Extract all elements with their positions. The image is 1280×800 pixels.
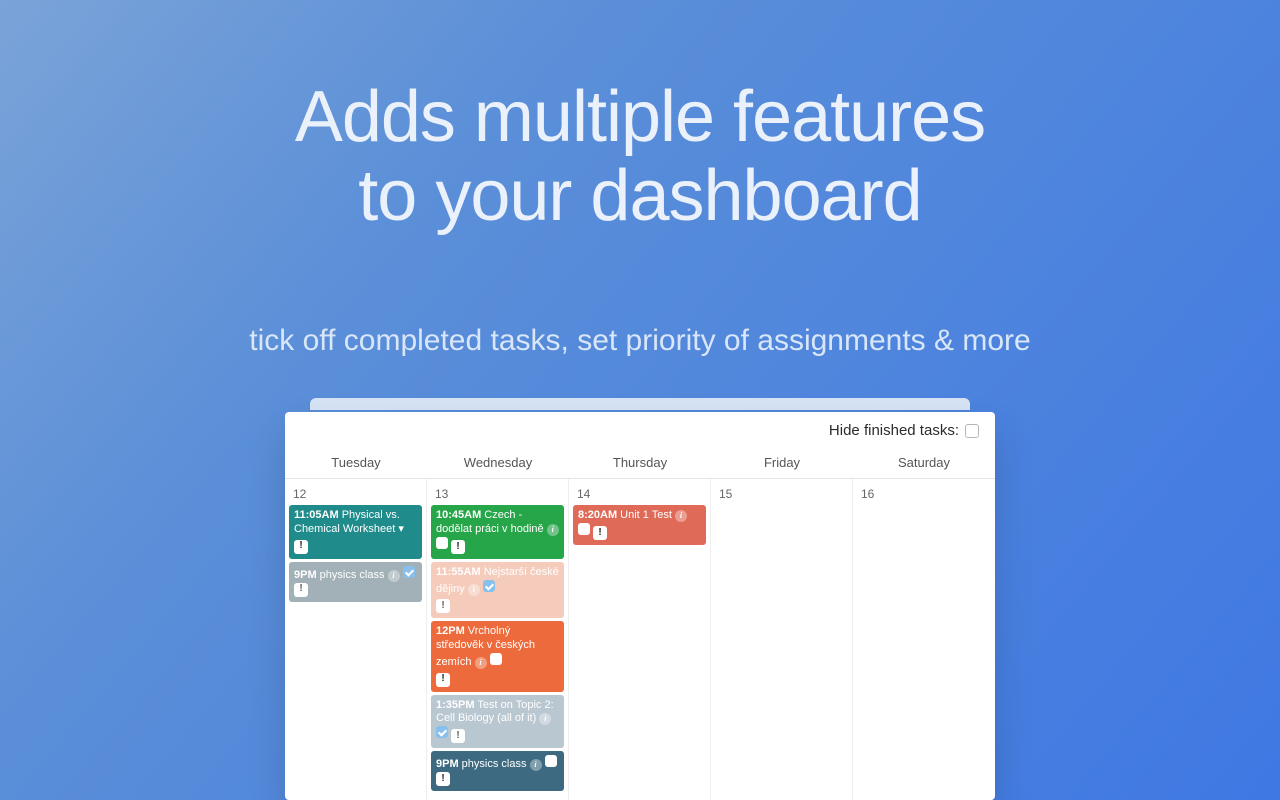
calendar-event[interactable]: 9PM physics class	[431, 751, 564, 791]
complete-checkbox[interactable]	[436, 537, 448, 549]
day-header-tuesday: Tuesday	[285, 445, 427, 478]
subheadline: tick off completed tasks, set priority o…	[0, 324, 1280, 358]
event-title: physics class	[459, 758, 527, 770]
hide-finished-row: Hide finished tasks:	[285, 412, 995, 445]
day-header-friday: Friday	[711, 445, 853, 478]
calendar-event[interactable]: 11:05AM Physical vs. Chemical Worksheet …	[289, 505, 422, 559]
priority-icon[interactable]	[593, 526, 607, 540]
week-header: Tuesday Wednesday Thursday Friday Saturd…	[285, 445, 995, 479]
complete-checkbox[interactable]	[578, 523, 590, 535]
headline-line-2: to your dashboard	[358, 156, 921, 236]
day-col-tuesday: 12 11:05AM Physical vs. Chemical Workshe…	[285, 479, 427, 800]
panel-shadow-strip	[310, 398, 970, 410]
chevron-down-icon[interactable]: ▾	[395, 523, 404, 535]
priority-icon[interactable]	[294, 583, 308, 597]
event-title: physics class	[317, 569, 385, 581]
event-time: 10:45AM	[436, 509, 481, 521]
info-icon[interactable]	[539, 713, 551, 725]
day-number: 14	[573, 485, 706, 505]
event-title: Unit 1 Test	[617, 509, 672, 521]
event-time: 8:20AM	[578, 509, 617, 521]
priority-icon[interactable]	[451, 540, 465, 554]
complete-checkbox[interactable]	[403, 566, 415, 578]
priority-icon[interactable]	[294, 540, 308, 554]
day-number: 13	[431, 485, 564, 505]
info-icon[interactable]	[530, 759, 542, 771]
calendar-event[interactable]: 8:20AM Unit 1 Test	[573, 505, 706, 545]
headline: Adds multiple features to your dashboard	[0, 78, 1280, 236]
event-time: 9PM	[436, 758, 459, 770]
day-number: 16	[857, 485, 991, 505]
event-time: 9PM	[294, 569, 317, 581]
event-time: 11:55AM	[436, 566, 481, 578]
calendar-event[interactable]: 12PM Vrcholný středověk v českých zemích	[431, 621, 564, 691]
event-time: 12PM	[436, 625, 465, 637]
info-icon[interactable]	[468, 584, 480, 596]
week-body: 12 11:05AM Physical vs. Chemical Workshe…	[285, 479, 995, 800]
event-time: 1:35PM	[436, 699, 475, 711]
priority-icon[interactable]	[451, 729, 465, 743]
hide-finished-label: Hide finished tasks:	[829, 422, 959, 439]
day-col-friday: 15	[711, 479, 853, 800]
day-number: 15	[715, 485, 848, 505]
day-col-wednesday: 13 10:45AM Czech - dodělat práci v hodin…	[427, 479, 569, 800]
priority-icon[interactable]	[436, 673, 450, 687]
complete-checkbox[interactable]	[490, 653, 502, 665]
day-number: 12	[289, 485, 422, 505]
priority-icon[interactable]	[436, 599, 450, 613]
calendar-event[interactable]: 11:55AM Nejstarší české dějiny	[431, 562, 564, 619]
day-col-thursday: 14 8:20AM Unit 1 Test	[569, 479, 711, 800]
day-header-wednesday: Wednesday	[427, 445, 569, 478]
calendar-panel: Hide finished tasks: Tuesday Wednesday T…	[285, 412, 995, 800]
info-icon[interactable]	[475, 657, 487, 669]
hide-finished-checkbox[interactable]	[965, 424, 979, 438]
calendar-event[interactable]: 1:35PM Test on Topic 2: Cell Biology (al…	[431, 695, 564, 749]
event-time: 11:05AM	[294, 509, 339, 521]
calendar-event[interactable]: 10:45AM Czech - dodělat práci v hodině	[431, 505, 564, 559]
info-icon[interactable]	[675, 510, 687, 522]
day-header-saturday: Saturday	[853, 445, 995, 478]
day-col-saturday: 16	[853, 479, 995, 800]
priority-icon[interactable]	[436, 772, 450, 786]
info-icon[interactable]	[388, 570, 400, 582]
day-header-thursday: Thursday	[569, 445, 711, 478]
headline-line-1: Adds multiple features	[295, 77, 985, 157]
info-icon[interactable]	[547, 524, 559, 536]
complete-checkbox[interactable]	[483, 580, 495, 592]
complete-checkbox[interactable]	[545, 755, 557, 767]
complete-checkbox[interactable]	[436, 726, 448, 738]
calendar-event[interactable]: 9PM physics class	[289, 562, 422, 602]
